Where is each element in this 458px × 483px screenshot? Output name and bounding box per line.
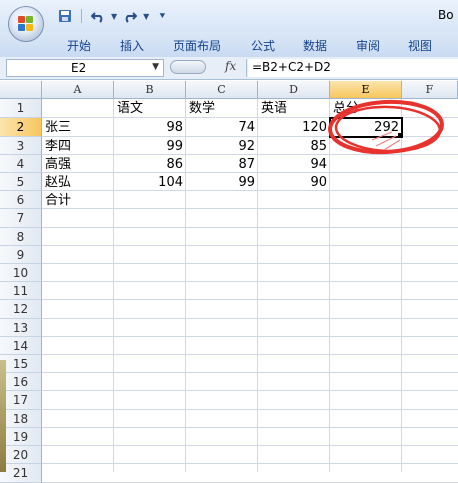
annotation-strokes bbox=[371, 131, 401, 151]
window-edge bbox=[0, 360, 6, 472]
red-circle-annotation bbox=[328, 99, 444, 155]
office-button[interactable] bbox=[8, 6, 44, 42]
office-logo-icon bbox=[18, 16, 34, 32]
annotation-ellipse-inner bbox=[334, 105, 442, 153]
